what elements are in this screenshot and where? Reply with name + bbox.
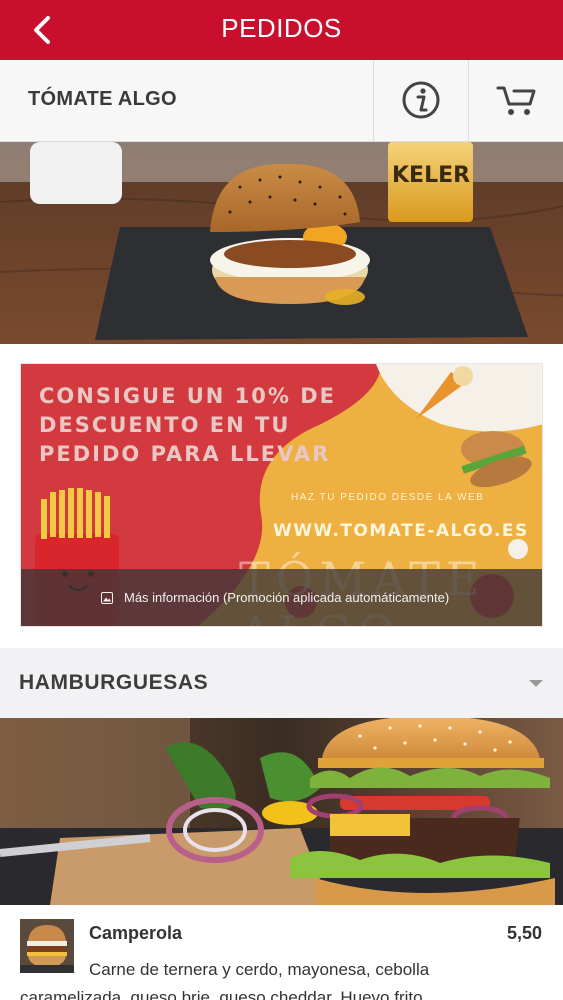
svg-text:KELER: KELER	[392, 163, 470, 188]
cart-button[interactable]	[468, 60, 563, 142]
product-description-line-1: Carne de ternera y cerdo, mayonesa, cebo…	[89, 960, 430, 979]
app-header: PEDIDOS	[0, 0, 563, 60]
promo-headline-line-2: DESCUENTO EN TU	[39, 413, 291, 437]
info-icon	[402, 81, 440, 119]
promo-info-link[interactable]: Más información (Promoción aplicada auto…	[124, 590, 449, 605]
restaurant-name: TÓMATE ALGO	[28, 88, 177, 110]
promo-headline-line-3: PEDIDO PARA LLEVAR	[39, 442, 331, 466]
product-price: 5,50	[506, 923, 542, 943]
product-description: Carne de ternera y cerdo, mayonesa, cebo…	[20, 956, 545, 1000]
promo-banner[interactable]: CONSIGUE UN 10% DE DESCUENTO EN TU PEDID…	[20, 363, 543, 627]
category-header-hamburguesas[interactable]: HAMBURGUESAS	[0, 648, 563, 718]
info-button[interactable]	[373, 60, 468, 142]
image-icon	[101, 592, 113, 604]
restaurant-bar: TÓMATE ALGO	[0, 60, 563, 142]
category-title: HAMBURGUESAS	[19, 671, 209, 694]
category-image	[0, 718, 563, 905]
product-description-line-2: caramelizada, queso brie, queso cheddar.…	[20, 988, 428, 1000]
page-title: PEDIDOS	[221, 13, 342, 43]
promo-headline-line-1: CONSIGUE UN 10% DE	[39, 384, 337, 408]
restaurant-hero-image: KELER	[0, 142, 563, 344]
promo-url: WWW.TOMATE-ALGO.ES	[273, 521, 529, 541]
product-name: Camperola	[89, 923, 183, 943]
caret-down-icon	[529, 680, 543, 687]
cart-icon	[496, 86, 536, 115]
product-item[interactable]: Camperola 5,50 Carne de ternera y cerdo,…	[0, 905, 563, 1000]
promo-subtext: HAZ TU PEDIDO DESDE LA WEB	[291, 492, 485, 503]
